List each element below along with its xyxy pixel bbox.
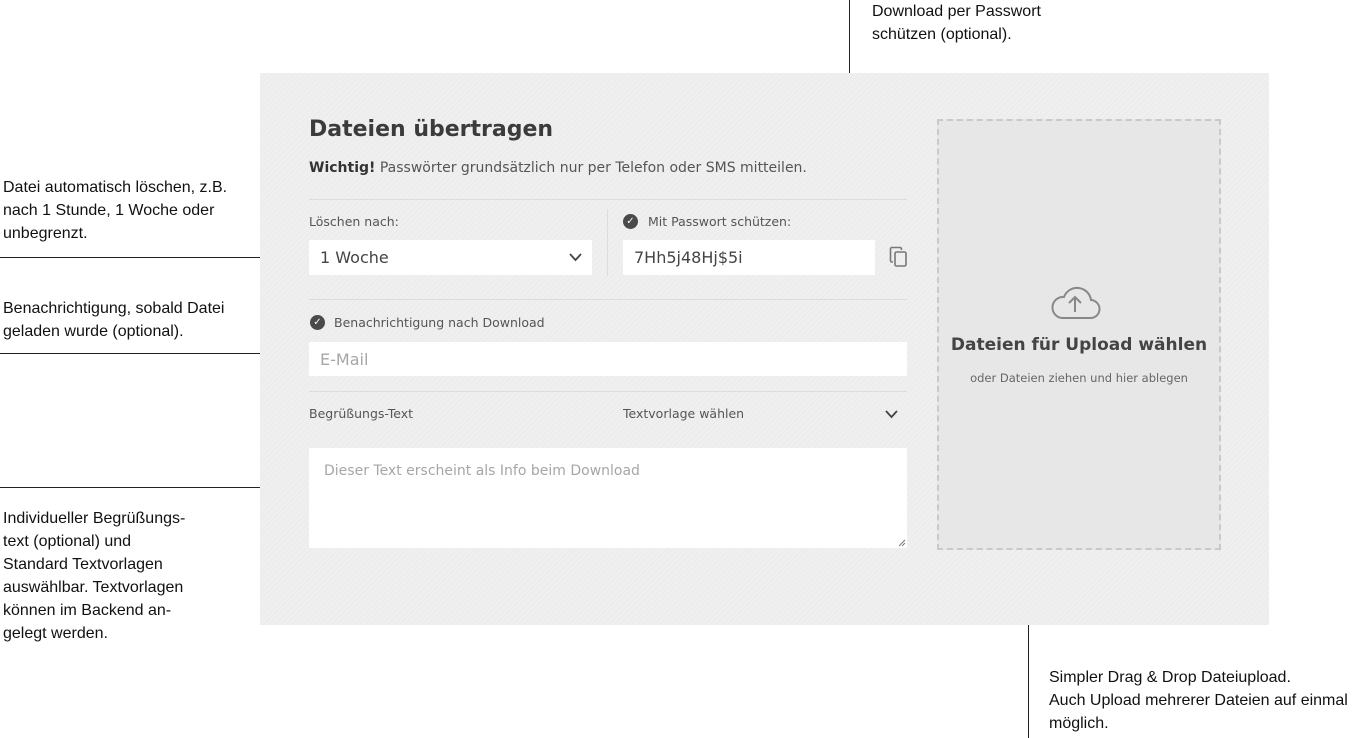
cloud-upload-icon xyxy=(1051,286,1101,320)
notice-bold: Wichtig! xyxy=(309,160,376,176)
annotation-upload: Simpler Drag & Drop Dateiupload. Auch Up… xyxy=(1049,669,1348,732)
delete-after-label: Löschen nach: xyxy=(309,214,399,229)
annotation-notify: Benachrichtigung, sobald Datei geladen w… xyxy=(3,300,225,340)
greeting-textarea[interactable]: Dieser Text erscheint als Info beim Down… xyxy=(309,448,907,548)
password-label: Mit Passwort schützen: xyxy=(648,214,792,229)
file-transfer-panel: Dateien übertragen Wichtig! Passwörter g… xyxy=(260,73,1269,625)
annotation-greeting: Individueller Begrüßungs- text (optional… xyxy=(3,510,186,642)
page-title: Dateien übertragen xyxy=(309,117,554,142)
divider-middle xyxy=(309,299,907,300)
chevron-down-icon xyxy=(569,253,582,262)
upload-dropzone[interactable]: Dateien für Upload wählen oder Dateien z… xyxy=(937,119,1221,550)
greeting-placeholder: Dieser Text erscheint als Info beim Down… xyxy=(324,463,640,479)
annotation-delete: Datei automatisch löschen, z.B. nach 1 S… xyxy=(3,179,228,242)
delete-after-select[interactable]: 1 Woche xyxy=(309,240,592,275)
chevron-down-icon[interactable] xyxy=(885,410,898,419)
check-circle-icon[interactable]: ✓ xyxy=(310,315,325,330)
notice-text: Passwörter grundsätzlich nur per Telefon… xyxy=(375,160,807,176)
email-input[interactable]: E-Mail xyxy=(309,342,907,376)
divider-bottom xyxy=(309,391,907,392)
copy-icon[interactable] xyxy=(889,246,909,268)
upload-subtitle: oder Dateien ziehen und hier ablegen xyxy=(970,371,1188,385)
password-value: 7Hh5j48Hj$5i xyxy=(634,248,743,267)
divider-vertical xyxy=(607,209,608,276)
divider-top xyxy=(309,199,907,200)
annotation-password: Download per Passwort schützen (optional… xyxy=(872,3,1041,43)
password-notice: Wichtig! Passwörter grundsätzlich nur pe… xyxy=(309,160,807,176)
email-placeholder: E-Mail xyxy=(320,349,369,369)
greeting-label: Begrüßungs-Text xyxy=(309,406,414,421)
upload-title: Dateien für Upload wählen xyxy=(950,335,1208,355)
resize-handle-icon[interactable] xyxy=(897,538,906,547)
check-circle-icon[interactable]: ✓ xyxy=(623,214,638,229)
delete-after-value: 1 Woche xyxy=(320,248,389,267)
password-input[interactable]: 7Hh5j48Hj$5i xyxy=(623,240,875,275)
template-select[interactable]: Textvorlage wählen xyxy=(623,406,744,421)
notify-label: Benachrichtigung nach Download xyxy=(334,315,545,330)
